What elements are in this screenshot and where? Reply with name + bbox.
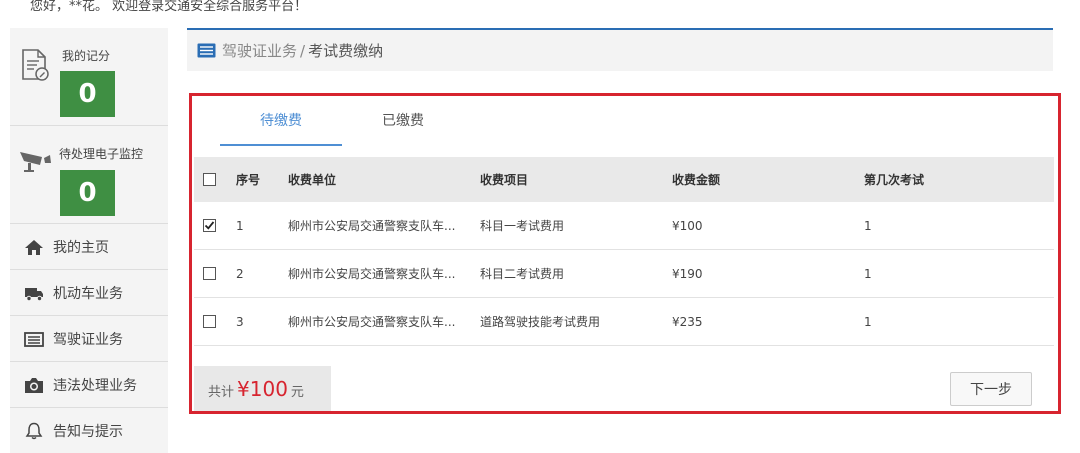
sidebar-item-home[interactable]: 我的主页	[10, 224, 168, 270]
points-card[interactable]: 我的记分 0	[10, 28, 168, 126]
checkmark-icon	[204, 221, 215, 230]
column-header-item: 收费项目	[480, 173, 529, 187]
table-row[interactable]: 2 柳州市公安局交通警察支队车... 科目二考试费用 ¥190 1	[194, 250, 1054, 298]
cell-unit: 柳州市公安局交通警察支队车...	[288, 219, 456, 233]
row-checkbox[interactable]	[203, 267, 216, 280]
cell-no: 3	[236, 314, 244, 329]
row-checkbox[interactable]	[203, 219, 216, 232]
violations-card[interactable]: 待处理电子监控 0	[10, 126, 168, 224]
sidebar-item-label: 告知与提示	[53, 423, 123, 440]
select-all-checkbox[interactable]	[203, 173, 216, 186]
sidebar-item-label: 我的主页	[53, 239, 109, 256]
fee-tabs: 待缴费 已缴费	[220, 108, 464, 146]
breadcrumb-separator: /	[300, 41, 306, 60]
tab-unpaid[interactable]: 待缴费	[220, 108, 342, 146]
sidebar-item-violation[interactable]: 违法处理业务	[10, 362, 168, 408]
total-amount: ¥100	[237, 377, 288, 401]
bell-icon	[25, 422, 43, 439]
column-header-unit: 收费单位	[288, 173, 337, 187]
score-document-icon	[22, 49, 49, 81]
breadcrumb-parent-link[interactable]: 驾驶证业务	[222, 40, 297, 61]
sidebar-item-vehicle[interactable]: 机动车业务	[10, 270, 168, 316]
cell-item: 道路驾驶技能考试费用	[480, 315, 601, 329]
surveillance-camera-icon	[20, 152, 51, 172]
sidebar-item-label: 机动车业务	[53, 285, 123, 302]
cell-no: 2	[236, 266, 244, 281]
cell-item: 科目一考试费用	[480, 219, 565, 233]
table-row[interactable]: 1 柳州市公安局交通警察支队车... 科目一考试费用 ¥100 1	[194, 202, 1054, 250]
cell-amount: ¥235	[672, 314, 703, 329]
cell-amount: ¥190	[672, 266, 703, 281]
total-label: 共计	[208, 385, 235, 400]
cell-attempt: 1	[864, 266, 872, 281]
points-count-badge: 0	[60, 71, 115, 117]
column-header-no: 序号	[236, 173, 261, 187]
welcome-message: 您好，**花。 欢迎登录交通安全综合服务平台！	[30, 0, 308, 14]
breadcrumb: 驾驶证业务 / 考试费缴纳	[187, 28, 1053, 71]
camera-icon	[25, 377, 43, 393]
cell-amount: ¥100	[672, 218, 703, 233]
cell-no: 1	[236, 218, 244, 233]
cell-item: 科目二考试费用	[480, 267, 565, 281]
cell-attempt: 1	[864, 218, 872, 233]
exam-fee-panel: 待缴费 已缴费 序号 收费单位 收费项目 收费金额 第几次考试 1 柳州市公安局…	[189, 93, 1061, 414]
table-header: 序号 收费单位 收费项目 收费金额 第几次考试	[194, 157, 1054, 202]
total-summary: 共计 ¥100 元	[194, 366, 331, 411]
sidebar-item-license[interactable]: 驾驶证业务	[10, 316, 168, 362]
cell-unit: 柳州市公安局交通警察支队车...	[288, 315, 456, 329]
cell-attempt: 1	[864, 314, 872, 329]
violations-count-badge: 0	[60, 170, 115, 216]
license-card-icon	[24, 331, 44, 347]
total-unit: 元	[290, 385, 304, 400]
breadcrumb-current: 考试费缴纳	[308, 42, 384, 60]
tab-paid[interactable]: 已缴费	[342, 108, 464, 146]
list-icon	[197, 43, 216, 58]
sidebar-item-label: 驾驶证业务	[53, 331, 123, 348]
column-header-amount: 收费金额	[672, 173, 721, 187]
truck-icon	[25, 287, 43, 301]
fee-table: 序号 收费单位 收费项目 收费金额 第几次考试 1 柳州市公安局交通警察支队车.…	[194, 157, 1054, 346]
next-step-button[interactable]: 下一步	[950, 372, 1032, 406]
sidebar-item-notice[interactable]: 告知与提示	[10, 408, 168, 453]
sidebar: 我的记分 0 待处理电子监控 0 我的主页 机动车业务 驾驶证业务 违法处理业务…	[10, 28, 168, 453]
sidebar-item-label: 违法处理业务	[53, 377, 137, 394]
table-row[interactable]: 3 柳州市公安局交通警察支队车... 道路驾驶技能考试费用 ¥235 1	[194, 298, 1054, 346]
violations-card-label: 待处理电子监控	[59, 147, 144, 161]
fee-footer: 共计 ¥100 元 下一步	[194, 366, 1054, 411]
column-header-attempt: 第几次考试	[864, 173, 925, 187]
home-icon	[25, 239, 43, 255]
points-card-label: 我的记分	[62, 49, 111, 63]
cell-unit: 柳州市公安局交通警察支队车...	[288, 267, 456, 281]
row-checkbox[interactable]	[203, 315, 216, 328]
